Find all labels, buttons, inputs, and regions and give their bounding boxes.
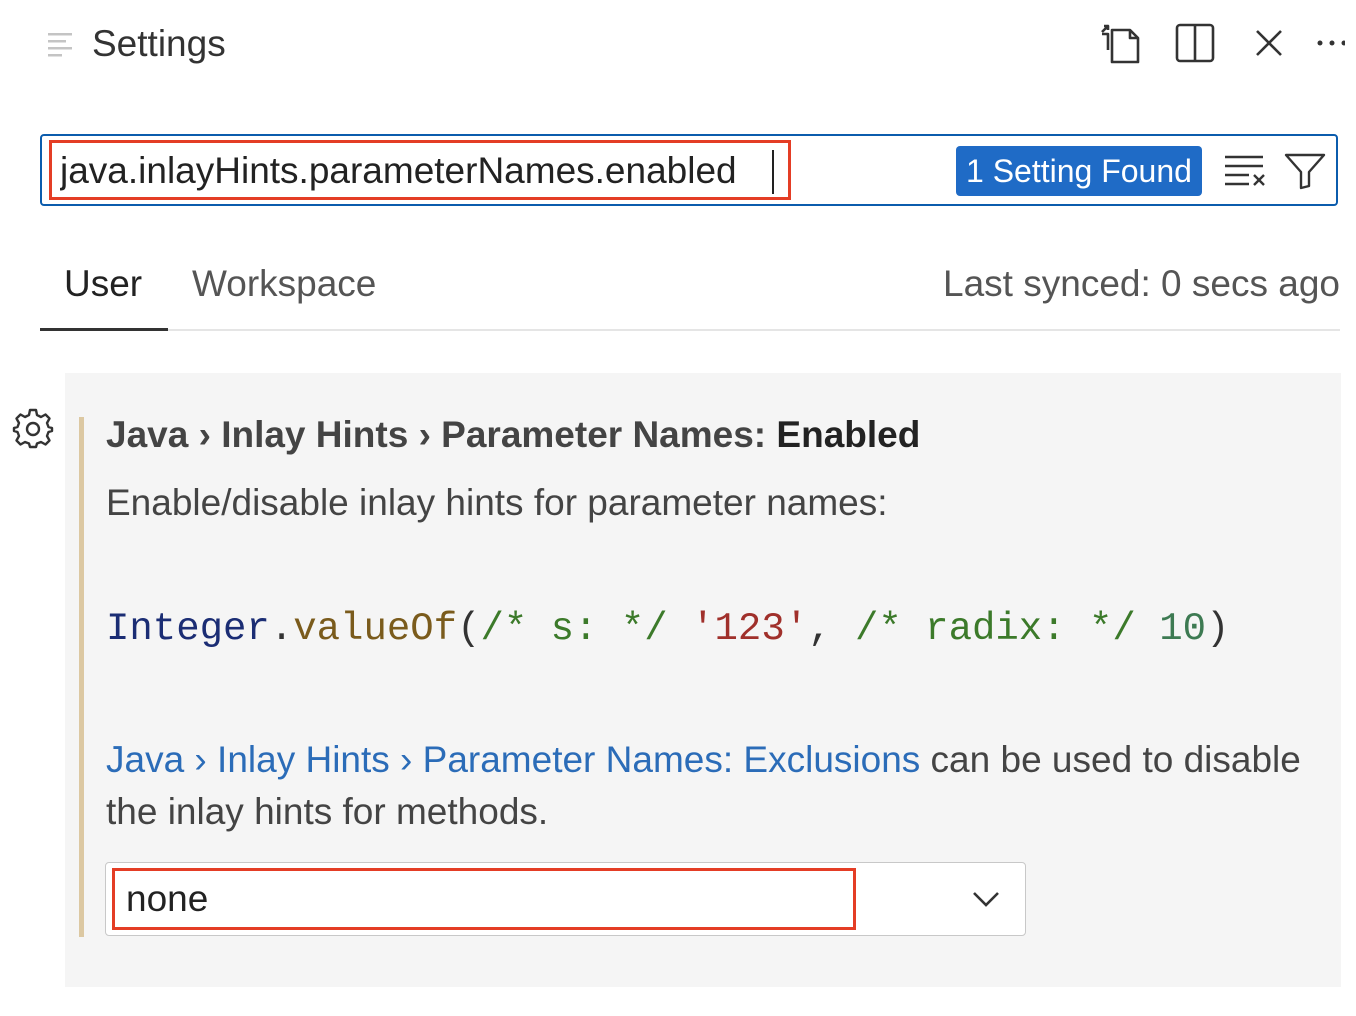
- filter-button[interactable]: [1282, 148, 1328, 194]
- code-comma: ,: [808, 607, 855, 651]
- split-editor-button[interactable]: [1170, 18, 1220, 68]
- modified-indicator-bar: [79, 417, 84, 937]
- code-comment-s: /* s: */: [480, 607, 668, 651]
- page-title: Settings: [92, 23, 226, 64]
- split-editor-icon: [1175, 23, 1215, 63]
- tab-workspace[interactable]: Workspace: [192, 262, 376, 306]
- setting-name: Enabled: [776, 414, 921, 455]
- code-dot: .: [269, 607, 294, 651]
- settings-title-bar: Settings: [0, 0, 1356, 90]
- active-tab-indicator: [40, 328, 168, 331]
- close-icon: [1256, 30, 1282, 56]
- text-cursor: [772, 150, 774, 194]
- settings-search-input[interactable]: [60, 148, 780, 194]
- code-open-paren: (: [457, 607, 481, 651]
- settings-scope-tabs: User Workspace Last synced: 0 secs ago: [40, 250, 1340, 332]
- select-value: none: [126, 878, 209, 919]
- setting-description: Enable/disable inlay hints for parameter…: [106, 482, 888, 523]
- code-comment-radix: /* radix: */: [854, 607, 1136, 651]
- gear-icon[interactable]: [12, 407, 54, 449]
- select-highlight-box: [112, 868, 856, 930]
- close-button[interactable]: [1244, 18, 1294, 68]
- enabled-select[interactable]: none: [105, 862, 1026, 936]
- setting-title: Java › Inlay Hints › Parameter Names: En…: [106, 412, 920, 458]
- result-count-badge: 1 Setting Found: [956, 146, 1202, 196]
- code-close-paren: ): [1206, 607, 1230, 651]
- settings-search-box: 1 Setting Found: [40, 134, 1338, 206]
- related-setting-text: Java › Inlay Hints › Parameter Names: Ex…: [106, 734, 1306, 838]
- code-string-arg: '123': [691, 607, 809, 651]
- clear-search-button[interactable]: [1222, 148, 1268, 194]
- chevron-down-icon: [973, 892, 999, 907]
- code-type: Integer: [106, 607, 270, 651]
- code-method: valueOf: [293, 607, 458, 651]
- setting-category: Java › Inlay Hints › Parameter Names:: [106, 414, 777, 455]
- settings-list-icon: [48, 33, 72, 57]
- tab-user[interactable]: User: [64, 262, 142, 306]
- sync-status: Last synced: 0 secs ago: [943, 263, 1340, 304]
- code-number-arg: 10: [1159, 607, 1207, 651]
- tabs-divider: [40, 329, 1340, 331]
- open-settings-json-icon: [1101, 24, 1140, 64]
- open-settings-json-button[interactable]: [1096, 18, 1146, 68]
- clear-filter-icon: [1225, 155, 1265, 186]
- exclusions-setting-link[interactable]: Java › Inlay Hints › Parameter Names: Ex…: [106, 739, 920, 780]
- code-example: Integer.valueOf(/* s: */ '123', /* radix…: [106, 604, 1229, 654]
- more-actions-button[interactable]: [1310, 18, 1350, 68]
- filter-icon: [1284, 153, 1326, 190]
- more-actions-icon: [1317, 40, 1345, 46]
